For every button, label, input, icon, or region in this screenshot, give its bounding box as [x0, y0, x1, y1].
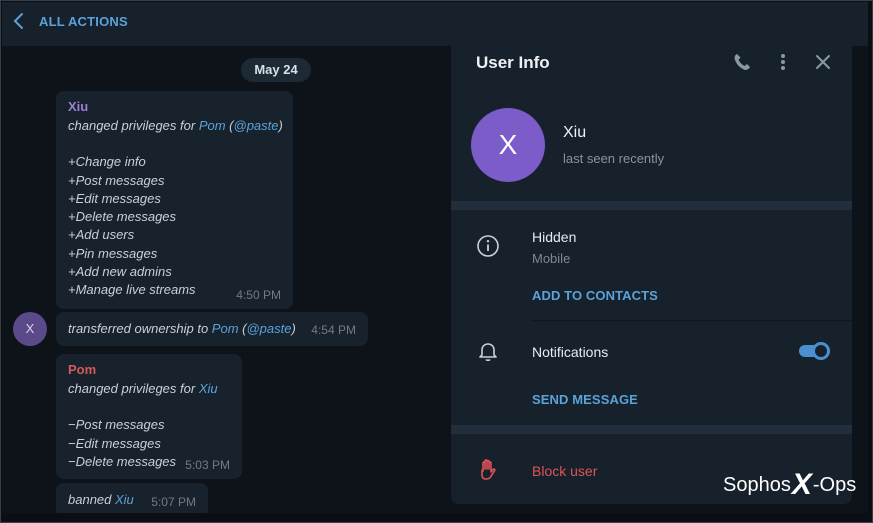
close-icon[interactable]	[813, 52, 833, 77]
permission-item: +Post messages	[68, 172, 165, 188]
event-message-2: transferred ownership to Pom (@paste) 4:…	[56, 312, 368, 346]
more-vertical-icon[interactable]	[773, 52, 793, 77]
info-icon	[476, 234, 500, 263]
event-message-4: banned Xiu 5:07 PM	[56, 483, 208, 513]
watermark-x: X	[791, 468, 812, 501]
message-text: changed privileges for Pom (@paste)	[68, 118, 283, 133]
message-text: changed privileges for Xiu	[68, 381, 218, 396]
permission-item: +Pin messages	[68, 245, 158, 261]
permission-item: +Change info	[68, 154, 146, 170]
section-divider	[451, 201, 852, 210]
user-status: last seen recently	[563, 151, 665, 166]
bell-icon	[476, 339, 500, 368]
permission-item: +Add new admins	[68, 264, 172, 280]
message-author[interactable]: Xiu	[68, 99, 281, 114]
event-message-3: Pom changed privileges for Xiu −Post mes…	[56, 354, 242, 479]
toggle-knob	[812, 342, 830, 360]
user-handle-link[interactable]: @paste	[246, 321, 291, 336]
permission-item: +Add users	[68, 227, 135, 243]
date-separator: May 24	[241, 58, 311, 82]
message-author[interactable]: Pom	[68, 362, 230, 377]
add-to-contacts-button[interactable]: ADD TO CONTACTS	[532, 288, 658, 303]
message-time: 4:54 PM	[311, 323, 356, 337]
event-message-1: Xiu changed privileges for Pom (@paste) …	[56, 91, 293, 309]
message-time: 5:03 PM	[185, 458, 230, 472]
watermark-right: -Ops	[812, 473, 857, 496]
window: ALL ACTIONS May 24 Xiu changed privilege…	[0, 0, 873, 523]
user-avatar[interactable]: X	[471, 108, 545, 182]
notifications-label: Notifications	[532, 344, 609, 360]
user-link-xiu[interactable]: Xiu	[199, 381, 218, 396]
row-separator	[532, 320, 852, 321]
phone-icon[interactable]	[732, 52, 752, 77]
permission-item: −Post messages	[68, 417, 165, 433]
user-link-xiu[interactable]: Xiu	[115, 492, 134, 507]
section-divider	[451, 425, 852, 434]
user-handle-link[interactable]: @paste	[234, 118, 279, 133]
message-time: 4:50 PM	[236, 288, 281, 302]
message-time: 5:07 PM	[151, 495, 196, 509]
permission-item: +Edit messages	[68, 190, 161, 206]
notifications-toggle[interactable]	[799, 342, 830, 360]
all-actions-title[interactable]: ALL ACTIONS	[39, 14, 128, 29]
user-link-pom[interactable]: Pom	[199, 118, 226, 133]
send-message-button[interactable]: SEND MESSAGE	[532, 392, 638, 407]
watermark-left: Sophos	[723, 473, 791, 496]
panel-title: User Info	[476, 53, 550, 72]
phone-label: Mobile	[532, 251, 571, 266]
phone-value: Hidden	[532, 229, 577, 245]
hand-stop-icon	[477, 458, 499, 487]
user-link-pom[interactable]: Pom	[212, 321, 239, 336]
permission-item: −Edit messages	[68, 435, 161, 451]
sophos-xops-watermark: Sophos X -Ops	[723, 468, 857, 501]
block-user-button[interactable]: Block user	[532, 463, 597, 479]
user-info-panel: User Info X Xiu last seen recently Hidde…	[451, 33, 852, 504]
user-name: Xiu	[563, 124, 587, 141]
avatar[interactable]: X	[13, 312, 47, 346]
permission-item: +Delete messages	[68, 209, 177, 225]
back-arrow-icon[interactable]	[12, 12, 26, 30]
